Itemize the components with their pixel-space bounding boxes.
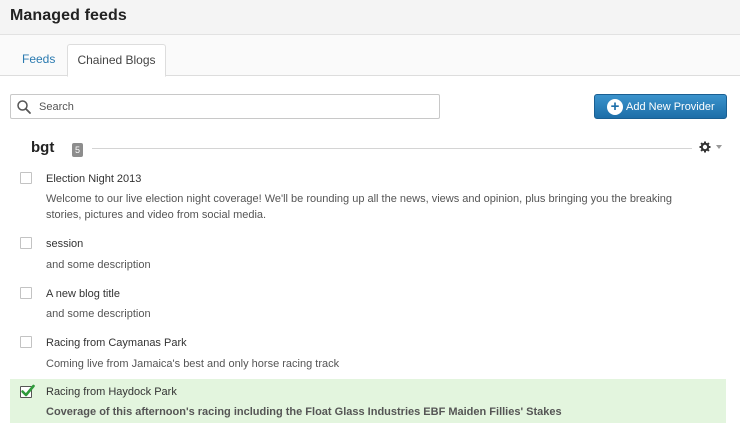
item-title: Election Night 2013 [46,173,142,185]
item-description: Coming live from Jamaica's best and only… [46,358,340,370]
add-new-provider-label: Add New Provider [626,100,715,113]
group-count-badge: 5 [72,143,83,157]
tab-chained-blogs[interactable]: Chained Blogs [67,44,166,77]
tab-bar: Feeds Chained Blogs [0,35,740,77]
item-title: session [46,238,84,250]
item-description: and some description [46,308,151,320]
item-checkbox[interactable] [20,237,32,249]
item-description: Coverage of this afternoon's racing incl… [46,406,562,418]
list-item[interactable]: Election Night 2013 Welcome to our live … [10,166,726,226]
search-input[interactable] [39,98,434,115]
list-item-selected[interactable]: Racing from Haydock Park Coverage of thi… [10,379,726,423]
page-title: Managed feeds [10,7,127,24]
item-title: Racing from Haydock Park [46,386,177,398]
search-icon [17,100,31,114]
item-title: A new blog title [46,288,120,300]
group-title: bgt [31,139,55,156]
add-new-provider-button[interactable]: + Add New Provider [594,94,727,119]
item-description: Welcome to our live election night cover… [46,193,673,221]
list-item[interactable]: Racing from Caymanas Park Coming live fr… [10,330,726,375]
checkmark-icon [21,384,35,397]
item-description: and some description [46,259,151,271]
list-item[interactable]: session and some description [10,231,726,276]
item-title: Racing from Caymanas Park [46,337,187,349]
group-divider [92,148,692,149]
page-header: Managed feeds [0,0,740,35]
plus-circle-icon: + [607,98,623,115]
list-item[interactable]: A new blog title and some description [10,281,726,326]
gear-icon[interactable] [699,141,711,153]
item-checkbox[interactable] [20,287,32,299]
search-box [10,94,440,119]
item-checkbox[interactable] [20,336,32,348]
item-checkbox[interactable] [20,172,32,184]
tab-feeds[interactable]: Feeds [10,44,67,76]
item-checkbox-checked[interactable] [20,384,35,398]
chevron-down-icon[interactable] [716,145,722,149]
